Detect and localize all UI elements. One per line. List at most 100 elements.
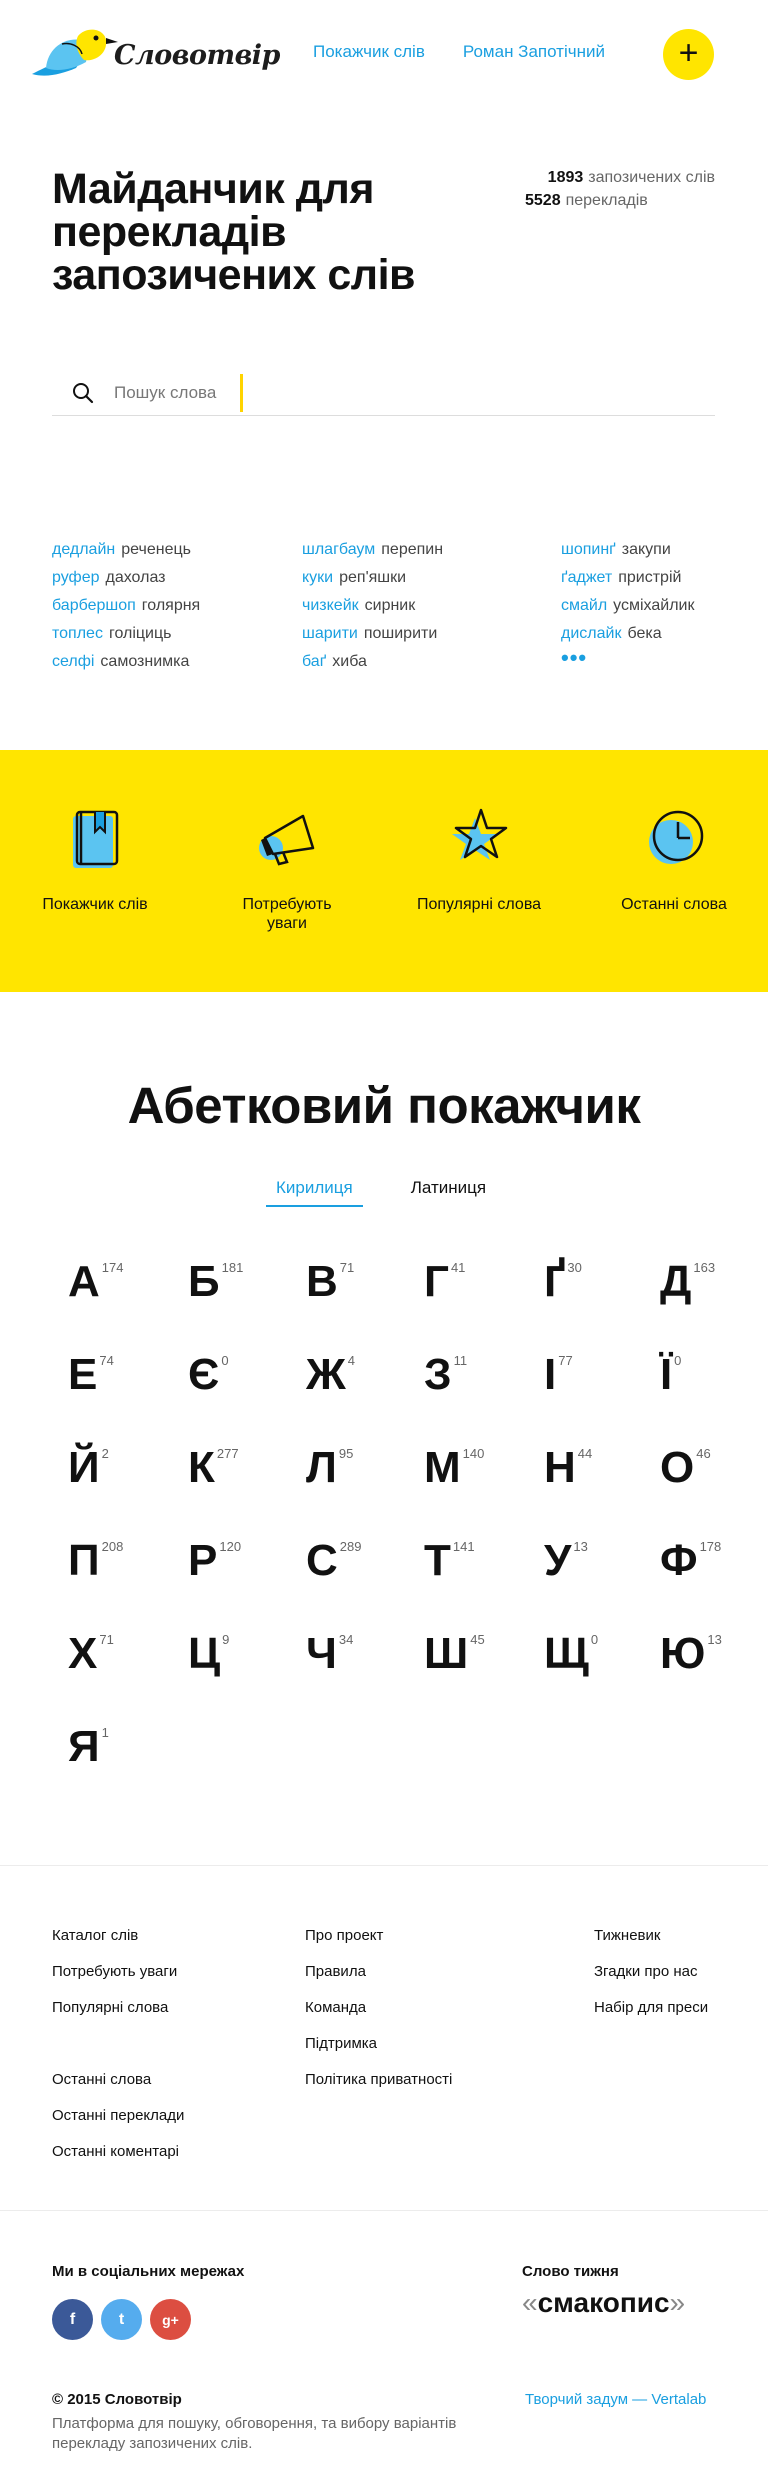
facebook-icon[interactable]: f [52,2299,93,2340]
category-label: Потребують уваги [242,896,332,932]
letter-link[interactable]: О 46 [660,1446,711,1490]
tab-latin[interactable]: Латиниця [411,1178,486,1207]
letter-count: 0 [674,1353,682,1368]
letter-link[interactable]: Г 41 [424,1260,465,1304]
footer-link[interactable]: Останні переклади [52,2098,184,2134]
category-word-index[interactable]: Покажчик слів [30,802,160,914]
letter-link[interactable]: Ш 45 [424,1632,485,1676]
letter-link[interactable]: Е 74 [68,1353,114,1397]
footer-link[interactable]: Останні коментарі [52,2134,184,2170]
letter-link[interactable]: П 208 [68,1539,123,1583]
translation: голярня [141,597,201,614]
letter-link[interactable]: Й2 [68,1446,109,1490]
footer-column-words: Каталог слів Потребують уваги Популярні … [52,1918,184,2170]
letter-count: 277 [216,1446,239,1461]
megaphone-icon [259,814,315,866]
twitter-icon[interactable]: t [101,2299,142,2340]
borrowed-word-link[interactable]: руфер [52,569,100,586]
letter-link[interactable]: Ї0 [660,1353,681,1397]
google-plus-icon[interactable]: g+ [150,2299,191,2340]
footer-link[interactable]: Останні слова [52,2062,184,2098]
borrowed-word-link[interactable]: барбершоп [52,597,136,614]
letter-link[interactable]: Л 95 [306,1446,353,1490]
letter-char: К [188,1443,215,1492]
letter-char: Щ [544,1629,589,1678]
letter-count: 163 [693,1260,716,1275]
letter-count: 74 [99,1353,114,1368]
letter-link[interactable]: А 174 [68,1260,123,1304]
tab-cyrillic[interactable]: Кирилиця [266,1178,363,1207]
letter-count: 77 [558,1353,573,1368]
category-latest[interactable]: Останні слова [609,802,739,914]
borrowed-word-link[interactable]: смайл [561,597,607,614]
borrowed-word-link[interactable]: чизкейк [302,597,359,614]
borrowed-word-link[interactable]: дедлайн [52,541,115,558]
footer-link[interactable]: Популярні слова [52,1990,184,2026]
alphabet-title: Абетковий покажчик [127,1077,641,1134]
borrowed-word-link[interactable]: шарити [302,625,358,642]
borrowed-word-link[interactable]: ґаджет [561,569,612,586]
letter-link[interactable]: Ґ 30 [544,1260,582,1304]
borrowed-word-link[interactable]: шопинґ [561,541,616,558]
letter-link[interactable]: Щ0 [544,1632,598,1676]
quote-open: « [522,2287,538,2318]
letter-char: Ч [306,1629,337,1678]
footer-link[interactable]: Каталог слів [52,1918,184,1954]
credit-link[interactable]: Творчий задум — Vertalab [525,2391,706,2408]
footer-link[interactable]: Правила [305,1954,452,1990]
letter-link[interactable]: М 140 [424,1446,484,1490]
footer-link[interactable]: Команда [305,1990,452,2026]
letter-link[interactable]: Є0 [188,1353,229,1397]
alphabet-tabs: Кирилиця Латиниця [266,1178,486,1207]
borrowed-word-link[interactable]: баґ [302,653,326,670]
letter-link[interactable]: З 11 [424,1353,467,1397]
letter-link[interactable]: Ж4 [306,1353,355,1397]
letter-link[interactable]: Я1 [68,1725,109,1769]
letter-link[interactable]: Ц9 [188,1632,229,1676]
borrowed-word-link[interactable]: топлес [52,625,103,642]
borrowed-word-link[interactable]: дислайк [561,625,621,642]
letter-count: 44 [577,1446,593,1461]
main-nav: Покажчик слів Роман Запотічний [313,42,605,62]
more-words-link[interactable]: ••• [561,645,587,670]
logo[interactable]: Словотвір [28,22,280,88]
letter-link[interactable]: У 13 [544,1539,588,1583]
letter-link[interactable]: Ч 34 [306,1632,353,1676]
letter-link[interactable]: І 77 [544,1353,573,1397]
letter-link[interactable]: Ю 13 [660,1632,722,1676]
word-of-week-link[interactable]: «смакопис» [522,2287,685,2319]
search-input[interactable] [114,382,234,403]
footer-link[interactable]: Підтримка [305,2026,452,2062]
letter-link[interactable]: К 277 [188,1446,239,1490]
footer-link[interactable]: Потребують уваги [52,1954,184,1990]
footer-link[interactable]: Згадки про нас [594,1954,708,1990]
borrowed-word-link[interactable]: селфі [52,653,94,670]
footer-link[interactable]: Тижневик [594,1918,708,1954]
search-icon[interactable] [72,382,94,404]
letter-link[interactable]: Б 181 [188,1260,243,1304]
nav-user-profile[interactable]: Роман Запотічний [463,42,605,62]
category-needs-attention[interactable]: Потребують уваги [222,802,352,933]
borrowed-word-link[interactable]: шлагбаум [302,541,375,558]
letter-link[interactable]: Ф 178 [660,1539,721,1583]
category-label: Покажчик слів [42,896,148,913]
nav-word-index[interactable]: Покажчик слів [313,42,425,62]
letter-link[interactable]: Х 71 [68,1632,114,1676]
letter-link[interactable]: Н 44 [544,1446,592,1490]
translation: пристрій [618,569,682,586]
letter-link[interactable]: С 289 [306,1539,361,1583]
borrowed-word-link[interactable]: куки [302,569,333,586]
category-popular[interactable]: Популярні слова [414,802,544,914]
letter-link[interactable]: В 71 [306,1260,354,1304]
letter-link[interactable]: Д 163 [660,1260,715,1304]
letter-link[interactable]: Р 120 [188,1539,241,1583]
letter-link[interactable]: Т 141 [424,1539,475,1583]
letter-char: Ш [424,1629,469,1678]
social-title: Ми в соціальних мережах [52,2263,245,2280]
footer-link[interactable]: Про проект [305,1918,452,1954]
word-pair: барбершоп голярня [52,592,200,620]
letter-count: 45 [470,1632,485,1647]
footer-link[interactable]: Політика приватності [305,2062,452,2098]
add-word-button[interactable]: + [663,29,714,80]
footer-link[interactable]: Набір для преси [594,1990,708,2026]
